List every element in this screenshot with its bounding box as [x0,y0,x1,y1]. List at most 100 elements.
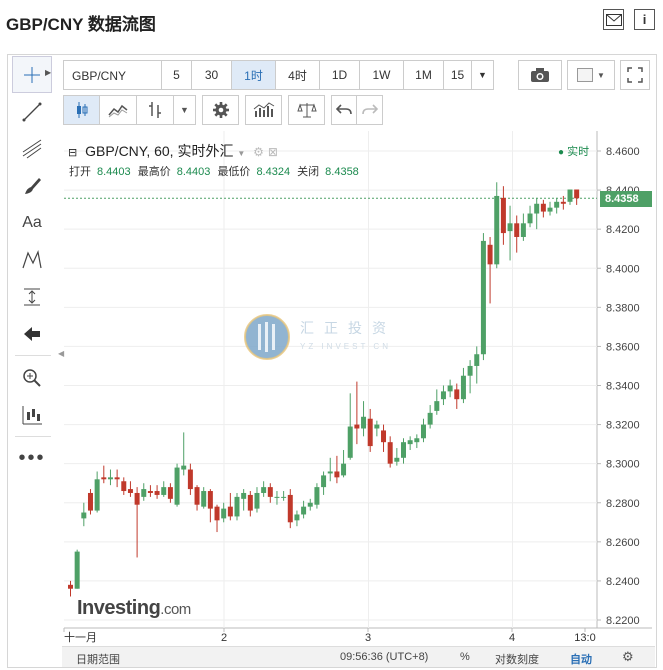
candles-tool-icon[interactable] [12,396,52,433]
candle-body [274,496,280,498]
candle-body [254,492,260,509]
pattern-icon[interactable] [12,241,52,278]
last-price-tag: 8.4358 [600,191,652,207]
area-style-icon[interactable] [100,95,137,125]
candle [221,502,227,523]
candle-body [287,494,293,523]
text-tool-icon[interactable]: Aa [12,204,52,241]
date-range-button[interactable]: 日期范围 [76,651,120,667]
percent-toggle[interactable]: % [460,651,470,663]
interval-dropdown-icon[interactable]: ▼ [472,60,494,90]
interval-1m[interactable]: 1M [404,60,444,90]
indicators-icon[interactable] [245,95,282,125]
measure-icon[interactable] [12,278,52,315]
x-tick-label: 13:0 [574,632,595,644]
candle-body [181,465,187,470]
candle-body [174,467,180,505]
candle [321,471,327,495]
bar-style-icon[interactable] [137,95,174,125]
interval-toolbar: GBP/CNY 5 30 1时 4时 1D 1W 1M 15 ▼ [63,60,494,90]
interval-4h[interactable]: 4时 [276,60,320,90]
candle-body [474,354,480,366]
candle-body [121,481,127,492]
candle-body [547,207,553,212]
investing-logo: Investing.com [77,597,191,620]
zoom-in-icon[interactable] [12,359,52,396]
candle-body [520,223,526,237]
legend-dropdown-icon[interactable]: ▼ [237,149,245,158]
compare-scale-icon[interactable] [288,95,325,125]
clock-time: 09:56:36 (UTC+8) [340,651,429,663]
candle-body [114,477,120,480]
candle [287,489,293,529]
candle-body [494,195,500,265]
candle-body [234,496,240,517]
y-tick-label: 8.4600 [606,146,640,158]
candle [107,469,113,486]
auto-scale-toggle[interactable]: 自动 [570,651,592,667]
collapse-legend-icon[interactable]: ⊟ [68,147,77,159]
fibonacci-icon[interactable] [12,130,52,167]
collapse-arrow-icon[interactable]: ▶ [45,68,51,77]
interval-5[interactable]: 5 [162,60,192,90]
interval-15[interactable]: 15 [444,60,472,90]
more-icon[interactable]: ••• [12,440,52,477]
candle-body [301,506,307,515]
price-chart[interactable]: 8.46008.44008.42008.40008.38008.36008.34… [62,129,652,646]
interval-1w[interactable]: 1W [360,60,404,90]
candle-body [394,457,400,462]
candle-body [374,424,380,429]
fullscreen-icon[interactable] [620,60,650,90]
open-label: 打开 [69,166,91,178]
x-tick-label: 3 [365,632,371,644]
drawing-toolbar: Aa ••• [8,56,56,477]
candle-body [574,189,580,199]
interval-1h[interactable]: 1时 [232,60,276,90]
candle-body [540,203,546,212]
candle-body [314,487,320,505]
camera-icon[interactable] [518,60,562,90]
candle-body [467,365,473,376]
y-tick-label: 8.3200 [606,420,640,432]
candle [567,189,573,205]
candle [361,401,367,437]
settings-gear-icon[interactable] [202,95,239,125]
candle-body [440,391,446,400]
candlestick-style-icon[interactable] [63,95,100,125]
color-picker-button[interactable]: ▼ [567,60,615,90]
candle-body [207,491,213,509]
candle-body [154,491,160,495]
candle-body [567,189,573,202]
candle-body [454,389,460,400]
candle-body [420,424,426,439]
undo-icon[interactable] [331,95,357,125]
redo-icon[interactable] [357,95,383,125]
info-icon[interactable]: i [634,9,655,30]
candle-body [214,506,220,521]
candle-body [227,506,233,517]
arrow-left-icon[interactable] [12,315,52,352]
candle-body [307,502,313,507]
x-tick-label: 2 [221,632,227,644]
candle [254,487,260,513]
candle [327,457,333,482]
mail-icon[interactable] [603,9,624,30]
trend-line-icon[interactable] [12,93,52,130]
status-settings-icon[interactable]: ⚙ [622,649,634,665]
candle [81,502,87,527]
style-dropdown-icon[interactable]: ▼ [174,95,196,125]
legend-close-icon[interactable]: ⊠ [268,145,278,159]
interval-30[interactable]: 30 [192,60,232,90]
legend-settings-icon[interactable]: ⚙ [253,145,264,159]
log-scale-toggle[interactable]: 对数刻度 [495,651,539,667]
candle [540,199,546,218]
candle [267,483,273,503]
symbol-input[interactable]: GBP/CNY [63,60,162,90]
candle [301,500,307,519]
interval-1d[interactable]: 1D [320,60,360,90]
brush-icon[interactable] [12,167,52,204]
x-axis: 十一月 2 3 4 13:0 [63,628,596,644]
watermark-logo-icon [244,314,290,365]
close-value: 8.4358 [325,166,359,178]
candle-body [401,442,406,458]
